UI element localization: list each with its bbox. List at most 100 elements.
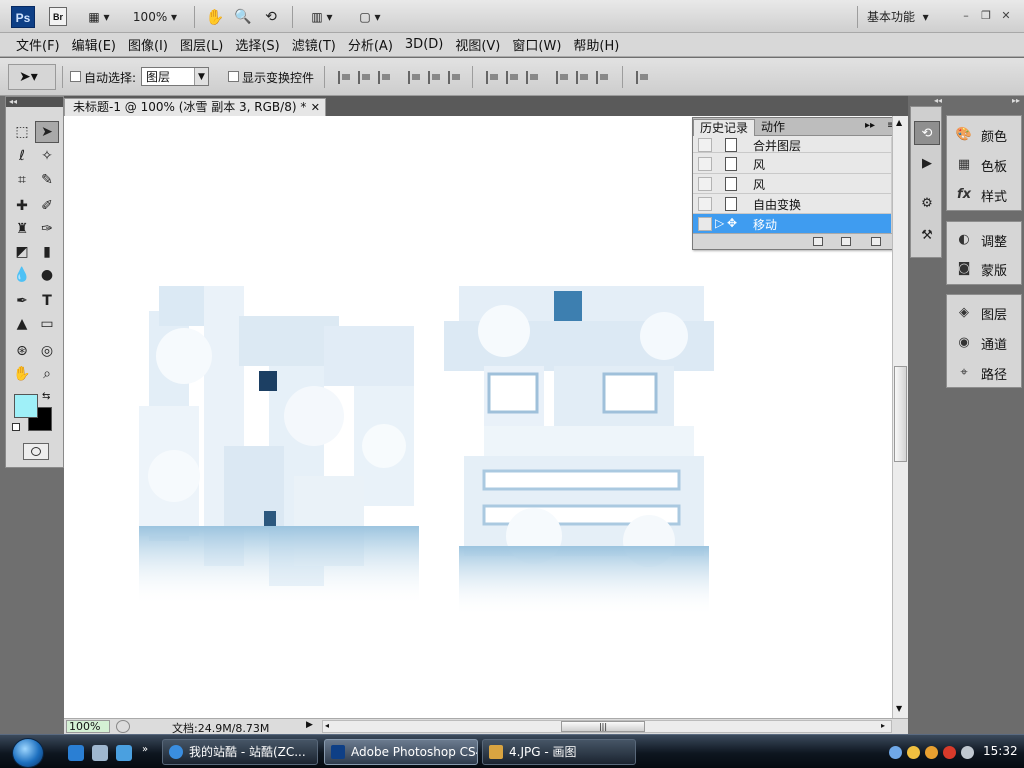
screen-mode-icon[interactable]: ▦ ▾: [82, 6, 116, 27]
layers-panel-button[interactable]: ◈ 图层: [947, 298, 1021, 326]
list-item[interactable]: 自由变换: [693, 194, 891, 214]
browser-icon[interactable]: [116, 745, 132, 761]
move-tool-icon[interactable]: ➤: [35, 121, 59, 143]
masks-panel-button[interactable]: ◙ 蒙版: [947, 254, 1021, 282]
list-item[interactable]: 合并图层: [693, 137, 891, 153]
minimize-icon[interactable]: –: [958, 9, 974, 23]
toolbox-collapse-icon[interactable]: ◂◂: [6, 97, 63, 107]
align-bottom-icon[interactable]: [378, 71, 392, 84]
panel-expand-icon[interactable]: ▸▸: [865, 120, 875, 131]
close-document-icon[interactable]: ✕: [311, 99, 320, 116]
show-desktop-icon[interactable]: [92, 745, 108, 761]
distribute-vertical-center-icon[interactable]: [506, 71, 520, 84]
menu-help[interactable]: 帮助(H): [567, 35, 625, 54]
arrange-documents-icon[interactable]: ▥ ▾: [304, 6, 340, 27]
menu-3d[interactable]: 3D(D): [399, 37, 449, 52]
bridge-button[interactable]: Br: [49, 7, 67, 26]
3d-orbit-tool-icon[interactable]: ◎: [35, 340, 59, 362]
scrollbar-thumb[interactable]: |||: [561, 721, 645, 732]
tool-presets-icon[interactable]: ⚒: [914, 223, 940, 247]
start-button[interactable]: [12, 738, 44, 768]
dodge-tool-icon[interactable]: ●: [35, 264, 59, 286]
list-item[interactable]: 风: [693, 174, 891, 194]
swatches-panel-button[interactable]: ▦ 色板: [947, 150, 1021, 178]
quick-launch-more-icon[interactable]: »: [142, 744, 148, 755]
new-document-from-state-icon[interactable]: [813, 237, 823, 246]
scrollbar-thumb[interactable]: [894, 366, 907, 462]
blur-tool-icon[interactable]: 💧: [10, 264, 34, 286]
tray-network-icon[interactable]: [889, 746, 902, 759]
eyedropper-tool-icon[interactable]: ✎: [35, 169, 59, 191]
rotate-view-icon[interactable]: ⟲: [260, 6, 282, 27]
quick-mask-icon[interactable]: [23, 443, 49, 460]
ie-icon[interactable]: [68, 745, 84, 761]
document-tab[interactable]: 未标题-1 @ 100% (冰雪 副本 3, RGB/8) * ✕: [64, 98, 326, 116]
scroll-down-icon[interactable]: ▼: [896, 704, 902, 713]
zoom-level-dropdown[interactable]: 100% ▾: [128, 6, 182, 27]
zoom-tool-icon[interactable]: 🔍: [232, 6, 254, 27]
menu-window[interactable]: 窗口(W): [506, 35, 567, 54]
taskbar-item-browser[interactable]: 我的站酷 - 站酷(ZC...: [162, 739, 318, 765]
tray-security-icon[interactable]: [943, 746, 956, 759]
history-panel-icon[interactable]: ⟲: [914, 121, 940, 145]
swap-colors-icon[interactable]: ⇆: [42, 391, 50, 402]
vertical-scrollbar[interactable]: ▲ ▼: [892, 116, 908, 718]
menu-edit[interactable]: 编辑(E): [66, 35, 122, 54]
menu-select[interactable]: 选择(S): [229, 35, 285, 54]
snapshot-source-checkbox[interactable]: [698, 157, 712, 171]
zoom-tool-icon[interactable]: ⌕: [35, 363, 59, 385]
styles-panel-button[interactable]: fx 样式: [947, 180, 1021, 208]
status-menu-arrow-icon[interactable]: ▶: [306, 720, 313, 730]
tool-preset-picker[interactable]: ➤▾: [8, 64, 56, 90]
taskbar-clock[interactable]: 15:32: [983, 744, 1018, 758]
default-colors-icon[interactable]: [12, 423, 20, 431]
taskbar-item-photoshop[interactable]: Adobe Photoshop CS4...: [324, 739, 478, 765]
pen-tool-icon[interactable]: ✒: [10, 290, 34, 312]
align-vertical-center-icon[interactable]: [358, 71, 372, 84]
trash-icon[interactable]: [871, 237, 881, 246]
scroll-left-icon[interactable]: ◂: [325, 721, 329, 730]
3d-rotate-tool-icon[interactable]: ⊛: [10, 340, 34, 362]
snapshot-source-checkbox[interactable]: [698, 197, 712, 211]
taskbar-item-paint[interactable]: 4.JPG - 画图: [482, 739, 636, 765]
scroll-up-icon[interactable]: ▲: [896, 118, 902, 127]
auto-align-layers-icon[interactable]: [636, 71, 650, 84]
channels-panel-button[interactable]: ◉ 通道: [947, 328, 1021, 356]
menu-file[interactable]: 文件(F): [10, 35, 66, 54]
align-right-icon[interactable]: [448, 71, 462, 84]
horizontal-scrollbar[interactable]: ◂ ||| ▸: [322, 720, 892, 733]
crop-tool-icon[interactable]: ⌗: [10, 169, 34, 191]
menu-layer[interactable]: 图层(L): [174, 35, 229, 54]
screen-mode-toggle-icon[interactable]: ▢ ▾: [352, 6, 388, 27]
workspace-switcher[interactable]: 基本功能 ▾: [866, 6, 946, 27]
zoom-field[interactable]: 100%: [66, 720, 110, 733]
align-left-icon[interactable]: [408, 71, 422, 84]
magic-wand-tool-icon[interactable]: ✧: [35, 145, 59, 167]
hand-tool-icon[interactable]: ✋: [204, 6, 226, 27]
eraser-tool-icon[interactable]: ◩: [10, 241, 34, 263]
status-info-icon[interactable]: [116, 720, 130, 733]
create-snapshot-icon[interactable]: [841, 237, 851, 246]
lasso-tool-icon[interactable]: ℓ: [10, 145, 34, 167]
tray-messenger-icon[interactable]: [907, 746, 920, 759]
auto-select-checkbox[interactable]: [70, 71, 81, 82]
menu-view[interactable]: 视图(V): [449, 35, 506, 54]
align-horizontal-center-icon[interactable]: [428, 71, 442, 84]
close-icon[interactable]: ✕: [998, 9, 1014, 23]
clone-source-icon[interactable]: ⚙: [914, 191, 940, 215]
auto-select-dropdown[interactable]: 图层 ▼: [141, 67, 209, 86]
history-brush-tool-icon[interactable]: ✑: [35, 218, 59, 240]
restore-icon[interactable]: ❐: [978, 9, 994, 23]
color-panel-button[interactable]: 🎨 颜色: [947, 120, 1021, 148]
panel-collapse-icon[interactable]: ▸▸: [1012, 96, 1020, 105]
healing-brush-tool-icon[interactable]: ✚: [10, 195, 34, 217]
snapshot-source-checkbox[interactable]: [698, 138, 712, 152]
tab-history[interactable]: 历史记录: [693, 119, 756, 136]
tray-volume-icon[interactable]: [961, 746, 974, 759]
photoshop-logo[interactable]: Ps: [11, 6, 35, 28]
list-item-selected[interactable]: ▷ ✥ 移动: [693, 214, 891, 234]
gradient-tool-icon[interactable]: ▮: [35, 241, 59, 263]
menu-image[interactable]: 图像(I): [122, 35, 174, 54]
align-top-icon[interactable]: [338, 71, 352, 84]
show-transform-controls-checkbox[interactable]: [228, 71, 239, 82]
